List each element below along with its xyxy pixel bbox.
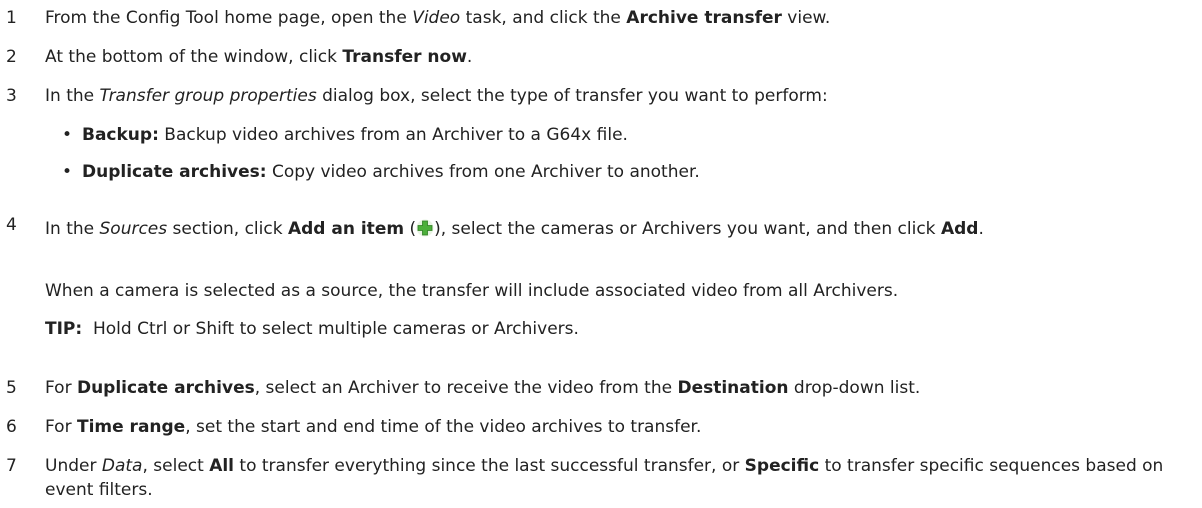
step-number: 4 <box>6 215 17 235</box>
step-text: From the Config Tool home page, open the… <box>45 8 831 28</box>
step-number: 2 <box>6 47 17 67</box>
bullet-symbol: • <box>62 162 73 182</box>
step-number: 6 <box>6 417 17 437</box>
step-text: In the Transfer group properties dialog … <box>45 86 828 106</box>
plus-icon <box>416 219 434 237</box>
step-text: Under Data, select All to transfer every… <box>45 456 1164 500</box>
step-number: 5 <box>6 378 17 398</box>
bullet-symbol: • <box>62 125 73 145</box>
note-paragraph: When a camera is selected as a source, t… <box>45 281 899 301</box>
bullet-text: Duplicate archives: Copy video archives … <box>82 162 700 182</box>
step-number: 3 <box>6 86 17 106</box>
step-number: 7 <box>6 456 17 476</box>
tip-paragraph: TIP: Hold Ctrl or Shift to select multip… <box>45 319 579 339</box>
step-text: For Time range, set the start and end ti… <box>45 417 702 437</box>
step-text: For Duplicate archives, select an Archiv… <box>45 378 921 398</box>
step-text: In the Sources section, click Add an ite… <box>45 219 984 239</box>
tip-label: TIP: <box>45 319 83 339</box>
bullet-text: Backup: Backup video archives from an Ar… <box>82 125 628 145</box>
step-text: At the bottom of the window, click Trans… <box>45 47 473 67</box>
step-number: 1 <box>6 8 17 28</box>
